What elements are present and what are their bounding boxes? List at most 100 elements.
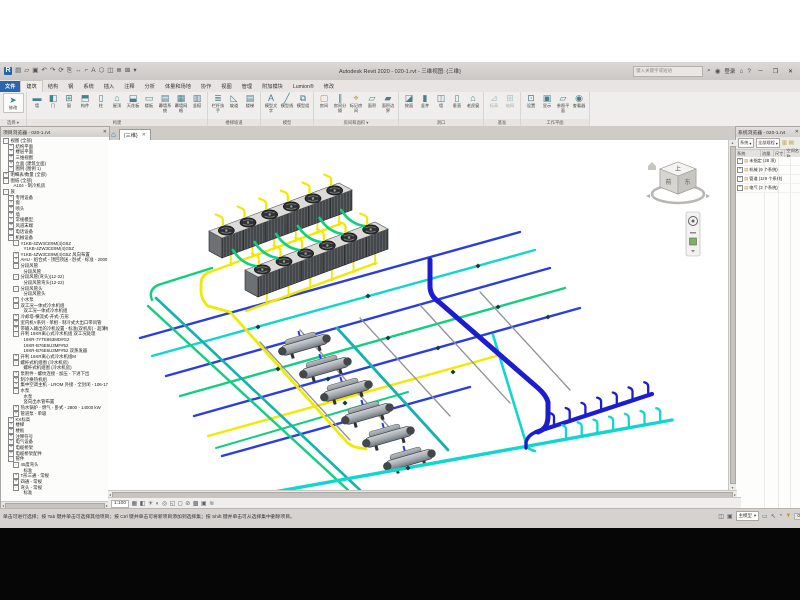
ribbon-panel-label[interactable]: 洞口	[399, 119, 483, 126]
column-settings-icon[interactable]: ▤	[789, 140, 794, 146]
tree-expander-icon[interactable]: -	[13, 462, 19, 468]
墙-button[interactable]: ▬墙	[30, 93, 45, 109]
editable-only-icon[interactable]: ▭	[762, 513, 768, 520]
柱-button[interactable]: ▯柱	[94, 93, 109, 109]
tree-expander-icon[interactable]: -	[13, 331, 19, 337]
render-icon[interactable]: ◎	[162, 500, 167, 507]
3d-view-icon[interactable]: ⬡	[99, 67, 105, 75]
模型组-button[interactable]: ⧉模型组	[296, 93, 311, 109]
tree-expander-icon[interactable]: -	[13, 274, 19, 280]
tree-item[interactable]: -开利 19XR离心式冷水机组 双工况处理	[1, 331, 109, 337]
close-button[interactable]: ✕	[785, 68, 796, 75]
tree-expander-icon[interactable]: -	[13, 286, 19, 292]
面积-button[interactable]: ▱面积	[365, 93, 380, 109]
tree-expander-icon[interactable]: -	[13, 388, 19, 394]
tree-expander-icon[interactable]: -	[3, 178, 9, 184]
crop-view-icon[interactable]: ◱	[170, 500, 176, 507]
design-options-icon[interactable]: ▣	[727, 513, 733, 520]
房间-button[interactable]: ▢房间	[317, 93, 332, 109]
temporary-view-icon[interactable]: ▣	[201, 500, 207, 507]
filter-icon[interactable]: ▼	[785, 513, 791, 519]
section-icon[interactable]: ◫	[107, 67, 113, 75]
sync-icon[interactable]: ⟳	[58, 67, 63, 75]
scrollbar-thumb[interactable]	[730, 146, 736, 484]
valve[interactable]	[342, 400, 347, 405]
竖井-button[interactable]: ▮竖井	[418, 93, 433, 109]
app-store-icon[interactable]: ⌂	[739, 68, 743, 75]
search-icon[interactable]: ⌕	[707, 67, 711, 75]
ribbon-panel-label[interactable]: 楼梯坡道	[208, 119, 260, 126]
构件-button[interactable]: ⬒构件	[78, 93, 93, 109]
autofit-columns-icon[interactable]: ▥	[782, 140, 787, 146]
模型文字-button[interactable]: A模型文字	[264, 93, 279, 114]
sun-path-icon[interactable]: ☀	[148, 500, 153, 507]
close-view-tab-icon[interactable]: ✕	[142, 132, 146, 138]
text-icon[interactable]: A	[91, 67, 95, 75]
幕墙网格-button[interactable]: ▦幕墙网格	[174, 93, 189, 114]
ribbon-tab-插入[interactable]: 插入	[99, 81, 119, 93]
门-button[interactable]: ◧门	[46, 93, 61, 109]
老虎窗-button[interactable]: ⌂老虎窗	[466, 93, 481, 109]
栏杆扶手-button[interactable]: ≣栏杆扶手	[211, 93, 226, 114]
屋顶-button[interactable]: ⌂屋顶	[110, 93, 125, 109]
墙-button[interactable]: ◫墙	[434, 93, 449, 109]
customize-qat-icon[interactable]: ▾	[133, 67, 136, 75]
shadows-icon[interactable]: ◐	[156, 501, 160, 507]
ribbon-tab-协作[interactable]: 协作	[196, 81, 216, 93]
account-icon[interactable]: ◉	[715, 67, 721, 75]
scroll-up-icon[interactable]: ▴	[731, 140, 733, 145]
close-project-browser-icon[interactable]: ✕	[103, 129, 107, 135]
view-cube[interactable]: 上 前 东	[646, 162, 710, 203]
discipline-dropdown[interactable]: 全部规程▾	[756, 138, 781, 148]
worksharing-display-icon[interactable]: ◫	[718, 513, 724, 520]
reveal-hidden-icon[interactable]: ▩	[193, 500, 199, 507]
detail-level-icon[interactable]: ▦	[132, 500, 138, 507]
ribbon-tab-建筑[interactable]: 建筑	[20, 80, 42, 93]
visual-style-icon[interactable]: ◧	[140, 500, 146, 507]
navigation-bar[interactable]	[686, 212, 700, 256]
ribbon-tab-附加模块[interactable]: 附加模块	[257, 81, 288, 93]
menu-icon[interactable]: ▤	[15, 67, 21, 75]
设置-button[interactable]: ⊡设置	[524, 93, 539, 109]
竖梃-button[interactable]: ▥竖梃	[190, 93, 205, 109]
天花板-button[interactable]: ⬓天花板	[126, 93, 141, 109]
ribbon-tab-系统[interactable]: 系统	[78, 81, 98, 93]
ribbon-tab-Lumion®[interactable]: Lumion®	[288, 82, 319, 93]
标高-button[interactable]: ⊿标高	[487, 93, 502, 109]
坡道-button[interactable]: ◺坡道	[227, 93, 242, 109]
open-icon[interactable]: ▱	[24, 67, 29, 75]
tree-expander-icon[interactable]: -	[13, 360, 19, 366]
ribbon-panel-label[interactable]: 房间和面积 ▾	[314, 119, 398, 126]
tree-expander-icon[interactable]: +	[737, 176, 743, 182]
minimize-button[interactable]: ─	[755, 68, 766, 74]
close-system-browser-icon[interactable]: ✕	[795, 129, 799, 135]
background-processes-icon[interactable]: ◔	[779, 513, 783, 519]
show-constraints-icon[interactable]: ≋	[209, 500, 214, 507]
measure-icon[interactable]: ↔	[75, 67, 82, 75]
ribbon-tab-视图[interactable]: 视图	[216, 81, 236, 93]
print-icon[interactable]: ⎘	[67, 67, 72, 75]
房间分隔-button[interactable]: ∥房间分隔	[333, 93, 348, 114]
标记房间-button[interactable]: ⌖标记房间	[349, 93, 364, 114]
thin-lines-icon[interactable]: ≣	[116, 67, 121, 75]
显示-button[interactable]: ▣显示	[540, 93, 555, 109]
ribbon-tab-体量和场地[interactable]: 体量和场地	[160, 81, 196, 93]
scale-button[interactable]: 1:100	[111, 500, 129, 508]
system-browser-header[interactable]: 系统浏览器 - 020-1.rvt ✕	[736, 127, 800, 137]
drawing-area[interactable]: 上 前 东	[108, 140, 728, 490]
tree-expander-icon[interactable]: -	[13, 303, 19, 309]
undo-icon[interactable]: ↶	[41, 67, 46, 75]
ribbon-panel-label[interactable]: 基准	[484, 119, 520, 126]
窗-button[interactable]: ⊞窗	[62, 93, 77, 109]
按面-button[interactable]: ◪按面	[402, 93, 417, 109]
tree-expander-icon[interactable]: -	[13, 263, 19, 269]
ribbon-panel-label[interactable]: 工作平面	[521, 119, 589, 126]
垂直-button[interactable]: ▯垂直	[450, 93, 465, 109]
project-browser-header[interactable]: 项目浏览器 - 020-1.rvt ✕	[1, 127, 109, 137]
press-drag-icon[interactable]: ↖	[771, 513, 776, 520]
tree-expander-icon[interactable]: +	[737, 185, 743, 191]
revit-logo-icon[interactable]: R	[4, 67, 12, 75]
vertical-scrollbar[interactable]: ▴ ▾	[728, 140, 736, 490]
ribbon-tab-修改[interactable]: 修改	[319, 81, 339, 93]
轴网-button[interactable]: ⊞轴网	[503, 93, 518, 109]
